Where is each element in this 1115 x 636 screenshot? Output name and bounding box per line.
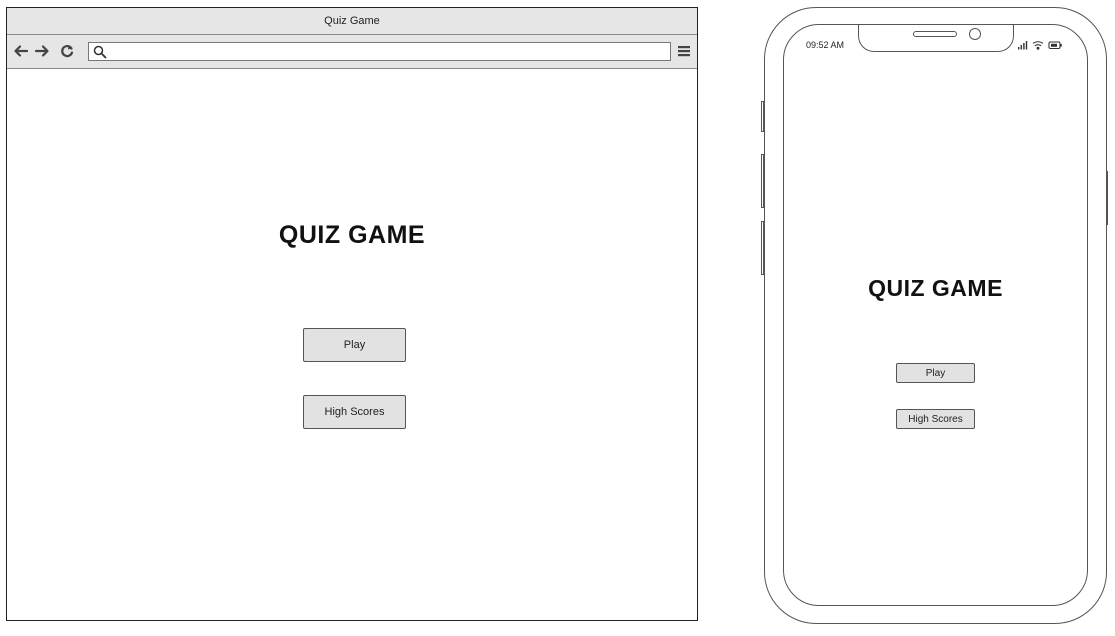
url-input[interactable]: [111, 44, 661, 59]
page-title: QUIZ GAME: [278, 221, 426, 249]
page-title-mobile: QUIZ GAME: [868, 275, 1003, 301]
speaker-grille: [913, 31, 957, 37]
camera-icon: [969, 28, 981, 40]
high-scores-button-mobile[interactable]: High Scores: [896, 409, 975, 429]
arrow-left-icon[interactable]: [13, 43, 29, 59]
arrow-right-icon[interactable]: [34, 43, 50, 59]
signal-icon: [1018, 41, 1028, 50]
browser-window: Quiz Game QUIZ GAME Play High Scores: [6, 7, 698, 621]
wifi-icon: [1032, 41, 1044, 50]
play-button[interactable]: Play: [303, 328, 406, 362]
address-bar[interactable]: [88, 42, 671, 61]
status-time: 09:52 AM: [806, 40, 845, 50]
phone-frame: 09:52 AM QUIZ GAME Play High Scores: [764, 7, 1107, 624]
window-title: Quiz Game: [324, 15, 380, 27]
play-button-mobile[interactable]: Play: [896, 363, 975, 383]
phone-screen: 09:52 AM QUIZ GAME Play High Scores: [783, 24, 1088, 606]
battery-icon: [1048, 41, 1062, 50]
status-icons: [1018, 41, 1062, 50]
browser-titlebar: Quiz Game: [7, 8, 697, 35]
browser-toolbar: [7, 35, 697, 69]
search-icon: [93, 45, 107, 59]
high-scores-button[interactable]: High Scores: [303, 395, 406, 429]
phone-notch: [858, 25, 1014, 52]
reload-icon[interactable]: [59, 43, 75, 59]
hamburger-menu-icon[interactable]: [677, 44, 691, 58]
